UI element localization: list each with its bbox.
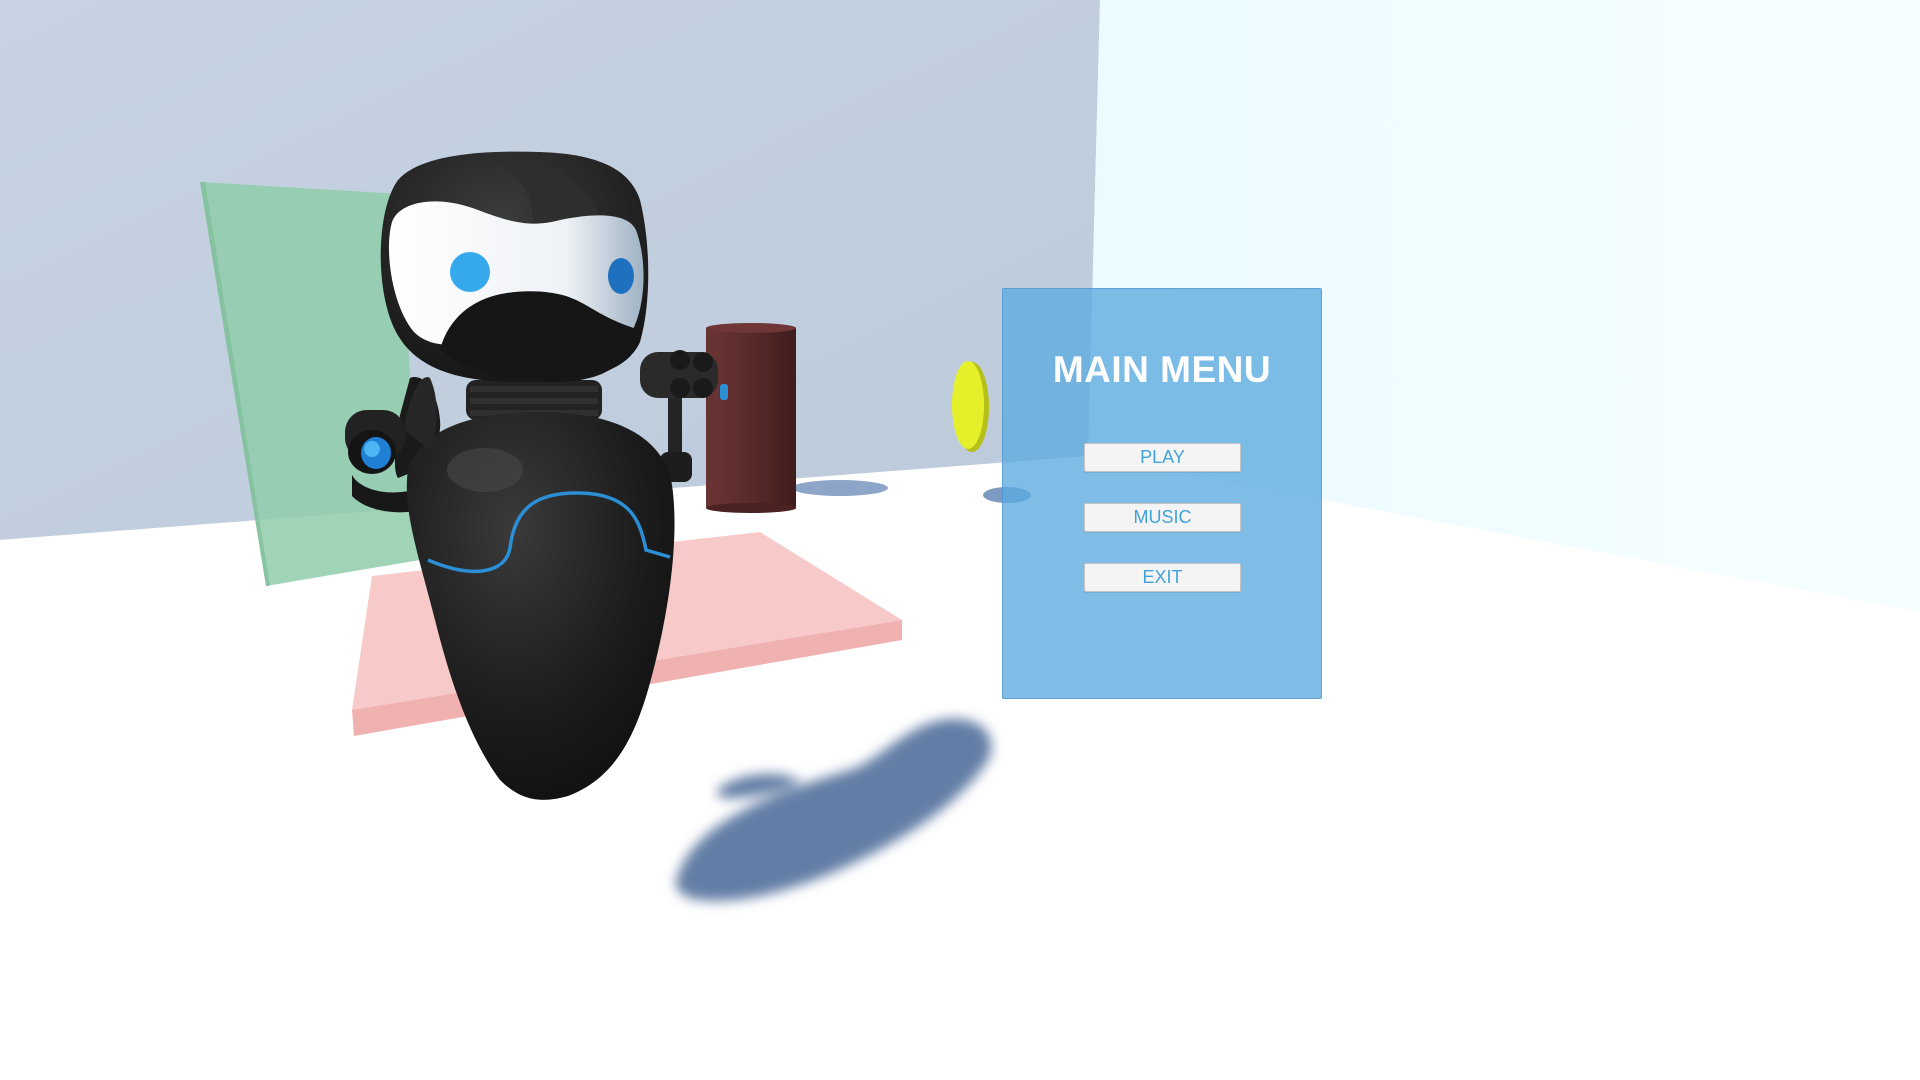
robot-body-highlight xyxy=(447,448,523,492)
robot-eye-right-icon xyxy=(608,258,634,294)
play-button[interactable]: PLAY xyxy=(1084,443,1241,472)
pillar-shadow xyxy=(792,480,888,496)
main-menu-panel: MAIN MENU PLAY MUSIC EXIT xyxy=(1002,288,1322,699)
menu-title: MAIN MENU xyxy=(1052,349,1272,390)
exit-button[interactable]: EXIT xyxy=(1084,563,1241,592)
robot-eye-left-icon xyxy=(450,252,490,292)
music-button[interactable]: MUSIC xyxy=(1084,503,1241,532)
red-pillar xyxy=(706,323,796,513)
game-scene xyxy=(0,0,1920,1080)
